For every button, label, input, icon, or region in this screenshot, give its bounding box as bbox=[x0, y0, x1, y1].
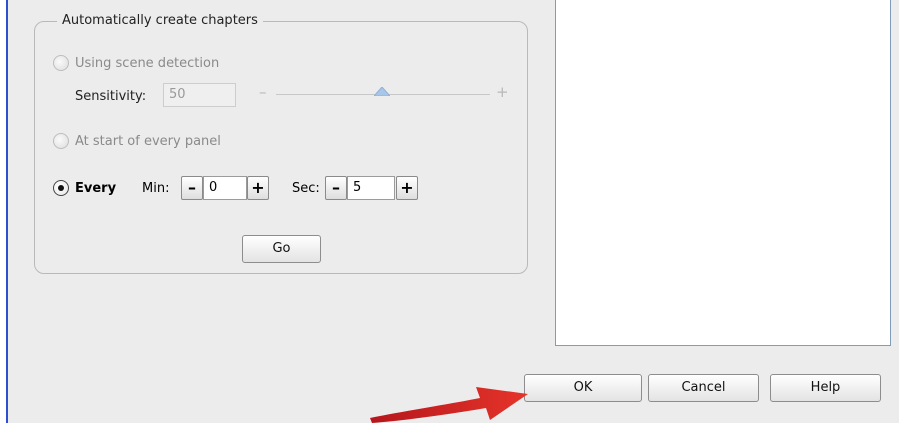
sensitivity-label: Sensitivity: bbox=[75, 89, 147, 104]
every-radio[interactable] bbox=[53, 180, 69, 196]
sec-input[interactable]: 5 bbox=[347, 176, 395, 200]
help-button[interactable]: Help bbox=[770, 374, 881, 402]
red-arrow-icon bbox=[370, 387, 528, 423]
chapters-dialog: Automatically create chapters Using scen… bbox=[10, 0, 899, 423]
window-left-edge bbox=[0, 0, 8, 423]
sec-label: Sec: bbox=[292, 181, 320, 196]
ok-button[interactable]: OK bbox=[524, 374, 642, 402]
scene-detection-label: Using scene detection bbox=[75, 56, 220, 71]
every-panel-radio[interactable] bbox=[53, 133, 69, 149]
min-input[interactable]: 0 bbox=[203, 176, 247, 200]
every-label: Every bbox=[75, 181, 117, 196]
scene-detection-radio[interactable] bbox=[53, 55, 69, 71]
chapter-list-panel[interactable] bbox=[555, 0, 891, 346]
auto-chapters-legend: Automatically create chapters bbox=[62, 13, 258, 28]
sensitivity-slider-thumb[interactable] bbox=[374, 87, 390, 96]
min-increment-button[interactable]: + bbox=[247, 176, 269, 200]
sensitivity-input[interactable]: 50 bbox=[163, 83, 236, 107]
go-button[interactable]: Go bbox=[242, 235, 321, 263]
slider-plus-icon: + bbox=[496, 83, 509, 101]
min-decrement-button[interactable]: – bbox=[181, 176, 203, 200]
slider-minus-icon: – bbox=[259, 83, 267, 101]
min-label: Min: bbox=[142, 181, 170, 196]
sec-decrement-button[interactable]: – bbox=[325, 176, 347, 200]
every-panel-label: At start of every panel bbox=[75, 134, 221, 149]
cancel-button[interactable]: Cancel bbox=[648, 374, 759, 402]
sec-increment-button[interactable]: + bbox=[396, 176, 418, 200]
